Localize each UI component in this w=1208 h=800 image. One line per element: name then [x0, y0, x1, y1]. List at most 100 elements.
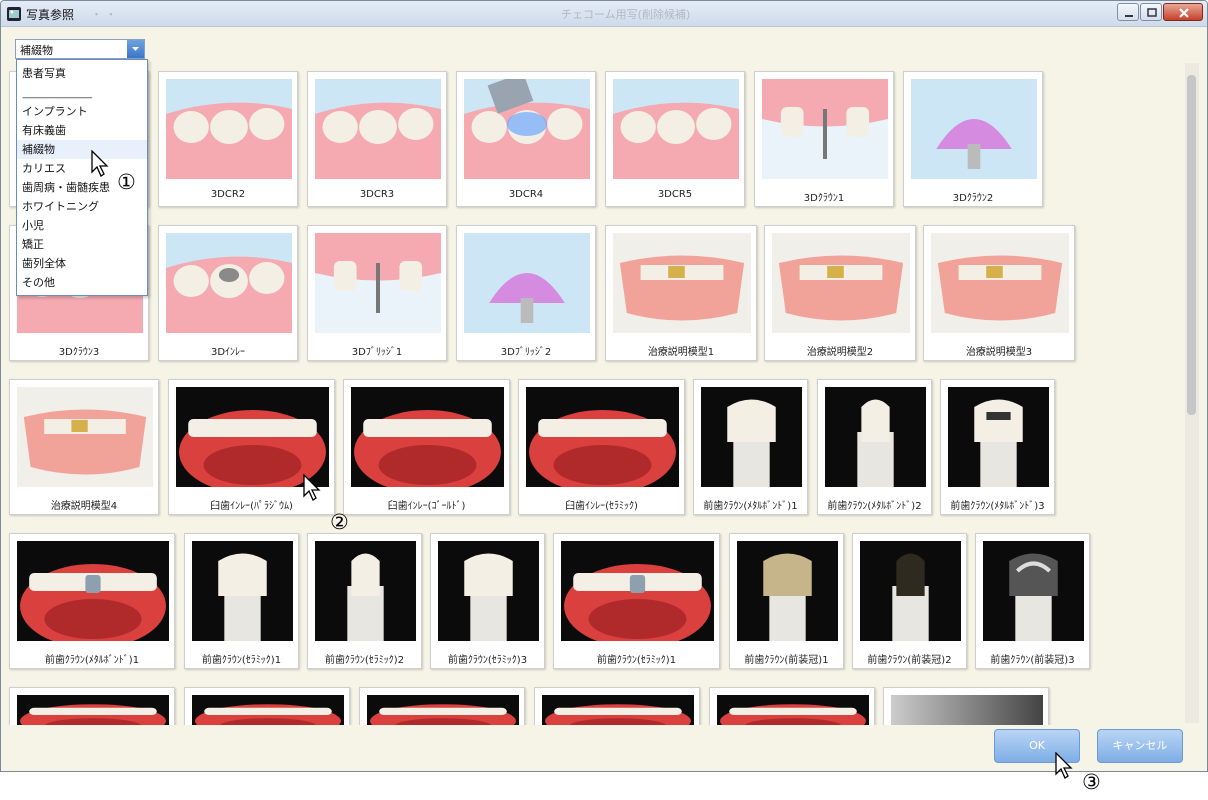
- photo-tile-label: 治療説明模型1: [647, 347, 715, 358]
- photo-thumbnail: [17, 387, 153, 487]
- photo-tile[interactable]: 治療説明模型1: [605, 225, 757, 361]
- annotation-2: ②: [330, 510, 349, 534]
- photo-thumbnail: [772, 233, 910, 333]
- vertical-scrollbar[interactable]: [1185, 63, 1199, 723]
- photo-thumbnail: [613, 233, 751, 333]
- photo-thumbnail: [176, 387, 329, 487]
- background-window-title: チェコーム用写(削除候補): [561, 8, 691, 21]
- photo-tile[interactable]: 3DCR4: [456, 71, 596, 207]
- maximize-button[interactable]: [1140, 3, 1162, 21]
- photo-thumbnail: [192, 541, 293, 641]
- photo-tile-label: 3DCR2: [210, 189, 246, 200]
- photo-tile-label: 臼歯ｲﾝﾚｰ(ｺﾞｰﾙﾄﾞ): [387, 501, 466, 512]
- photo-tile[interactable]: [883, 687, 1049, 725]
- dropdown-option[interactable]: 補綴物: [17, 140, 147, 159]
- minimize-button[interactable]: [1117, 3, 1139, 21]
- dropdown-option[interactable]: 患者写真: [17, 64, 147, 83]
- photo-tile-label: 3Dﾌﾞﾘｯｼﾞ1: [351, 347, 403, 358]
- photo-tile[interactable]: 3Dｸﾗｳﾝ1: [754, 71, 894, 207]
- photo-tile[interactable]: 3Dｲﾝﾚｰ: [158, 225, 298, 361]
- dropdown-option[interactable]: 歯列全体: [17, 254, 147, 273]
- photo-tile[interactable]: 前歯ｸﾗｳﾝ(ﾒﾀﾙﾎﾞﾝﾄﾞ)3: [940, 379, 1055, 515]
- photo-thumbnail: [983, 541, 1084, 641]
- dropdown-option[interactable]: 有床義歯: [17, 121, 147, 140]
- photo-thumbnail: [948, 387, 1049, 487]
- photo-thumbnail: [526, 387, 679, 487]
- photo-tile[interactable]: 前歯ｸﾗｳﾝ(前装冠)1: [729, 533, 844, 669]
- background-title-text: ・ ・: [91, 8, 117, 21]
- photo-tile-label: 前歯ｸﾗｳﾝ(前装冠)2: [867, 655, 952, 666]
- photo-reference-window: 写真参照 ・ ・ チェコーム用写(削除候補) 3DCR1 3DCR2: [0, 0, 1208, 772]
- photo-tile-label: 3DCR5: [657, 189, 693, 200]
- photo-tile[interactable]: 臼歯ｲﾝﾚｰ(ｺﾞｰﾙﾄﾞ): [343, 379, 510, 515]
- annotation-1: ①: [117, 170, 136, 194]
- photo-tile-label: 3Dｸﾗｳﾝ3: [58, 347, 100, 358]
- close-button[interactable]: [1163, 3, 1203, 21]
- photo-thumbnail: [613, 79, 739, 179]
- photo-thumbnail: [192, 695, 344, 725]
- photo-tile-label: 前歯ｸﾗｳﾝ(ﾒﾀﾙﾎﾞﾝﾄﾞ)1: [44, 655, 140, 666]
- photo-thumbnail: [315, 79, 441, 179]
- photo-tile[interactable]: [359, 687, 525, 725]
- photo-tile[interactable]: 前歯ｸﾗｳﾝ(ｾﾗﾐｯｸ)2: [307, 533, 422, 669]
- photo-tile[interactable]: 治療説明模型4: [9, 379, 159, 515]
- photo-tile-label: 3Dｸﾗｳﾝ2: [952, 193, 994, 204]
- photo-tile[interactable]: [709, 687, 875, 725]
- photo-tile[interactable]: [534, 687, 700, 725]
- photo-tile[interactable]: [184, 687, 350, 725]
- mouse-cursor-icon: [303, 474, 321, 501]
- photo-thumbnail: [351, 387, 504, 487]
- photo-thumbnail: [17, 695, 169, 725]
- photo-tile[interactable]: 前歯ｸﾗｳﾝ(ｾﾗﾐｯｸ)1: [184, 533, 299, 669]
- dropdown-option[interactable]: 小児: [17, 216, 147, 235]
- photo-tile[interactable]: 3DCR5: [605, 71, 745, 207]
- photo-thumbnail: [825, 387, 926, 487]
- photo-tile-label: 前歯ｸﾗｳﾝ(前装冠)1: [744, 655, 829, 666]
- photo-tile[interactable]: 3DCR3: [307, 71, 447, 207]
- photo-tile[interactable]: 3Dﾌﾞﾘｯｼﾞ2: [456, 225, 596, 361]
- photo-tile[interactable]: 前歯ｸﾗｳﾝ(前装冠)3: [975, 533, 1090, 669]
- annotation-3: ③: [1082, 770, 1101, 794]
- window-title: 写真参照: [26, 8, 75, 22]
- photo-tile-label: 前歯ｸﾗｳﾝ(前装冠)3: [990, 655, 1075, 666]
- photo-thumbnail: [561, 541, 714, 641]
- dropdown-option[interactable]: ホワイトニング: [17, 197, 147, 216]
- photo-tile[interactable]: [9, 687, 175, 725]
- photo-thumbnail: [542, 695, 694, 725]
- photo-tile-label: 前歯ｸﾗｳﾝ(ﾒﾀﾙﾎﾞﾝﾄﾞ)1: [703, 501, 798, 512]
- cancel-button[interactable]: キャンセル: [1097, 729, 1183, 763]
- photo-tile[interactable]: 前歯ｸﾗｳﾝ(ﾒﾀﾙﾎﾞﾝﾄﾞ)2: [817, 379, 932, 515]
- dropdown-button[interactable]: [127, 40, 144, 58]
- photo-tile[interactable]: 前歯ｸﾗｳﾝ(前装冠)2: [852, 533, 967, 669]
- photo-thumbnail: [464, 233, 590, 333]
- photo-tile-label: 前歯ｸﾗｳﾝ(ﾒﾀﾙﾎﾞﾝﾄﾞ)3: [950, 501, 1045, 512]
- photo-tile-label: 3DCR3: [359, 189, 395, 200]
- photo-tile[interactable]: 治療説明模型2: [764, 225, 916, 361]
- photo-tile-label: 前歯ｸﾗｳﾝ(ｾﾗﾐｯｸ)1: [596, 655, 677, 666]
- photo-tile[interactable]: 前歯ｸﾗｳﾝ(ｾﾗﾐｯｸ)3: [430, 533, 545, 669]
- photo-thumbnail: [737, 541, 838, 641]
- photo-tile[interactable]: 3Dｸﾗｳﾝ2: [903, 71, 1043, 207]
- minimize-icon: [1125, 15, 1133, 17]
- dropdown-option[interactable]: インプラント: [17, 102, 147, 121]
- photo-tile[interactable]: 前歯ｸﾗｳﾝ(ｾﾗﾐｯｸ)1: [553, 533, 720, 669]
- photo-thumbnail: [931, 233, 1069, 333]
- photo-tile-label: 前歯ｸﾗｳﾝ(ｾﾗﾐｯｸ)1: [201, 655, 282, 666]
- photo-thumbnail: [860, 541, 961, 641]
- photo-thumbnail: [762, 79, 888, 179]
- photo-tile[interactable]: 3Dﾌﾞﾘｯｼﾞ1: [307, 225, 447, 361]
- photo-thumbnail: [891, 695, 1043, 725]
- photo-tile-label: 臼歯ｲﾝﾚｰ(ｾﾗﾐｯｸ): [565, 501, 638, 512]
- photo-tile[interactable]: 治療説明模型3: [923, 225, 1075, 361]
- dropdown-option[interactable]: 矯正: [17, 235, 147, 254]
- photo-tile-label: 3Dｸﾗｳﾝ1: [803, 193, 845, 204]
- photo-tile[interactable]: 3DCR2: [158, 71, 298, 207]
- category-select[interactable]: 補綴物: [15, 39, 145, 59]
- photo-tile[interactable]: 前歯ｸﾗｳﾝ(ﾒﾀﾙﾎﾞﾝﾄﾞ)1: [9, 533, 175, 669]
- photo-tile[interactable]: 前歯ｸﾗｳﾝ(ﾒﾀﾙﾎﾞﾝﾄﾞ)1: [693, 379, 808, 515]
- photo-tile-label: 3Dﾌﾞﾘｯｼﾞ2: [500, 347, 552, 358]
- scrollbar-thumb[interactable]: [1187, 75, 1196, 415]
- photo-tile[interactable]: 臼歯ｲﾝﾚｰ(ｾﾗﾐｯｸ): [518, 379, 685, 515]
- photo-tile-label: 前歯ｸﾗｳﾝ(ｾﾗﾐｯｸ)3: [447, 655, 528, 666]
- dropdown-option[interactable]: その他: [17, 273, 147, 292]
